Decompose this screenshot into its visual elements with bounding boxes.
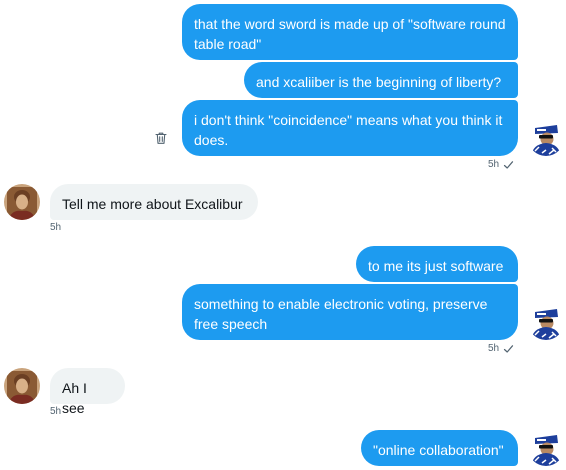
message-meta: 5h	[488, 159, 514, 170]
message-meta: 5h	[50, 406, 61, 417]
message-bubble-outgoing[interactable]: something to enable electronic voting, p…	[182, 284, 518, 340]
message-text: and xcaliiber is the beginning of libert…	[256, 74, 502, 90]
message-text: to me its just software	[368, 258, 504, 274]
avatar-contact[interactable]	[4, 368, 40, 404]
message-bubble-incoming[interactable]: Tell me more about Excalibur	[50, 184, 258, 220]
message-text: that the word sword is made up of "softw…	[194, 16, 506, 52]
avatar-self[interactable]	[528, 304, 564, 340]
message-bubble-outgoing[interactable]: to me its just software	[356, 246, 518, 282]
message-text: something to enable electronic voting, p…	[194, 296, 488, 332]
message-bubble-outgoing[interactable]: i don't think "coincidence" means what y…	[182, 100, 518, 156]
message-text: Tell me more about Excalibur	[62, 196, 243, 212]
message-text: "online collaboration"	[373, 442, 504, 458]
message-bubble-outgoing[interactable]: and xcaliiber is the beginning of libert…	[244, 62, 518, 98]
timestamp: 5h	[50, 222, 62, 233]
checkmark-icon	[504, 160, 514, 169]
message-meta: 5h	[50, 222, 61, 233]
message-bubble-outgoing[interactable]: that the word sword is made up of "softw…	[182, 4, 518, 60]
avatar-self[interactable]	[528, 430, 564, 466]
timestamp: 5h	[50, 406, 62, 417]
message-text: i don't think "coincidence" means what y…	[194, 112, 503, 148]
message-text: Ah I see	[62, 380, 87, 416]
message-bubble-outgoing[interactable]: "online collaboration"	[361, 430, 518, 466]
avatar-contact[interactable]	[4, 184, 40, 220]
trash-icon[interactable]	[154, 131, 168, 145]
timestamp: 5h	[488, 343, 500, 354]
avatar-self[interactable]	[528, 120, 564, 156]
message-meta: 5h	[488, 343, 514, 354]
checkmark-icon	[504, 344, 514, 353]
message-bubble-incoming[interactable]: Ah I see	[50, 368, 125, 416]
timestamp: 5h	[488, 159, 500, 170]
